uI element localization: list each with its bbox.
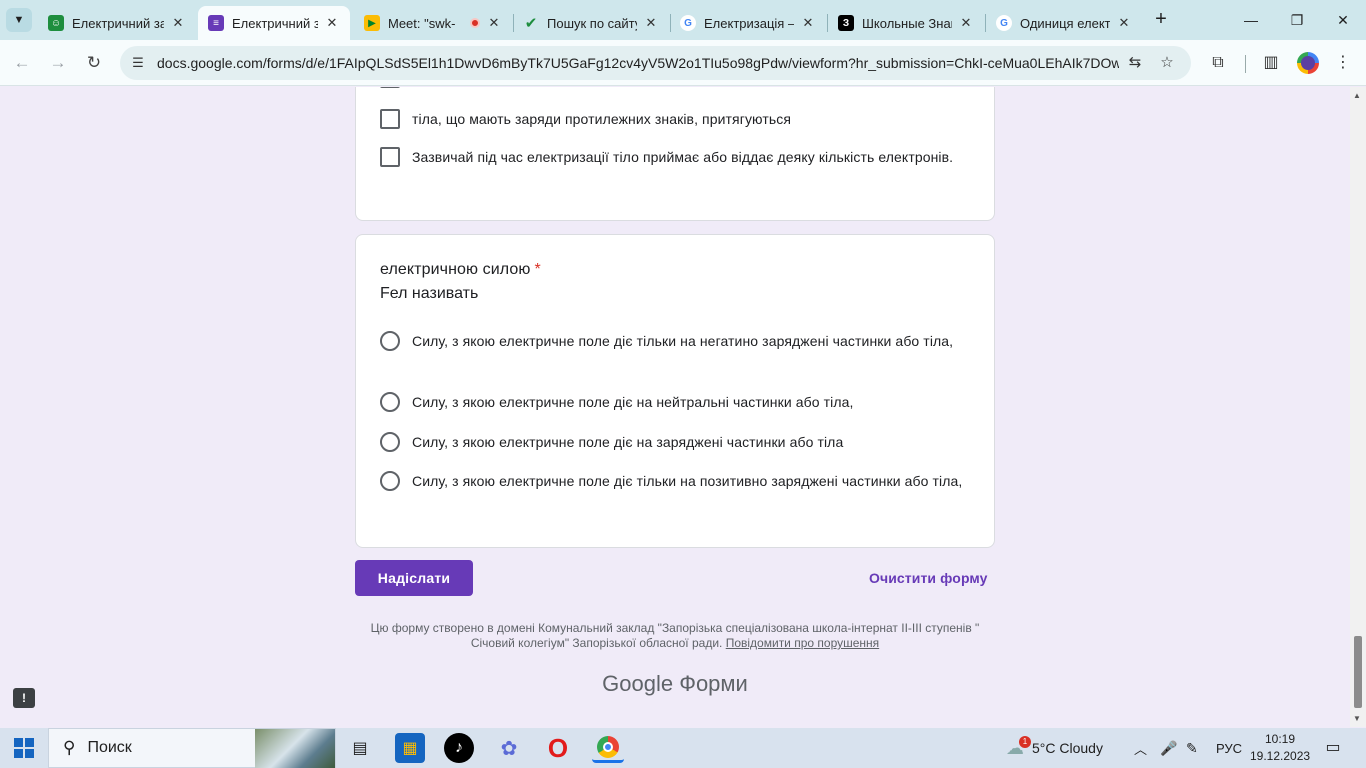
tab-search-button[interactable]: ▼ [6,8,32,32]
meet-icon: ▶ [364,15,380,31]
translate-icon[interactable]: ⇆ [1125,53,1145,73]
address-bar[interactable]: ☰ docs.google.com/forms/d/e/1FAIpQLSdS5E… [120,46,1191,80]
microphone-icon[interactable]: 🎤 [1160,728,1177,768]
forward-button[interactable]: → [44,49,72,77]
forms-icon: ≡ [208,15,224,31]
weather-alert-badge: 1 [1019,736,1031,748]
url-text[interactable]: docs.google.com/forms/d/e/1FAIpQLSdS5El1… [157,55,1119,71]
close-icon[interactable]: ✕ [324,15,340,31]
tab-1-active[interactable]: ≡ Електричний за ✕ [198,6,350,40]
arrow-left-icon: ← [13,53,31,72]
tab-2[interactable]: ▶ Meet: "swk- ✕ [354,6,512,40]
tiktok-icon[interactable]: ♪ [444,733,474,763]
menu-dots-icon[interactable]: ⋮ [1332,52,1354,74]
extensions-icon[interactable]: ⧉ [1207,52,1229,74]
question-subtitle: Fел називать [380,285,479,302]
restore-icon: ❐ [1290,11,1304,28]
minimize-icon: — [1244,12,1258,28]
recording-icon [470,18,480,28]
previous-question-card: тіла, що мають заряди протилежних знаків… [355,87,995,221]
scroll-up-icon[interactable]: ▲ [1353,91,1361,100]
close-icon[interactable]: ✕ [170,15,186,31]
search-icon: ⚲ [63,738,76,757]
radio-option[interactable]: Силу, з якою електричне поле діє на нейт… [380,391,970,413]
report-abuse-link[interactable]: Повідомити про порушення [726,636,879,650]
radio-button[interactable] [380,392,400,412]
checkbox[interactable] [380,147,400,167]
language-indicator[interactable]: РУС [1216,728,1242,768]
clear-form-button[interactable]: Очистити форму [869,570,988,586]
radio-button[interactable] [380,432,400,452]
new-tab-button[interactable]: + [1150,9,1172,31]
close-icon[interactable]: ✕ [1116,15,1132,31]
tab-6[interactable]: G Одиниця елект ✕ [986,6,1142,40]
copilot-icon[interactable]: ✿ [494,733,524,763]
task-view-icon[interactable]: ▤ [345,733,375,763]
notifications-icon[interactable]: ▭ [1322,737,1344,757]
close-icon: ✕ [1337,11,1349,28]
bookmark-star-icon[interactable]: ☆ [1157,53,1177,73]
radio-option[interactable]: Силу, з якою електричне поле діє тільки … [380,470,970,492]
tab-strip: ▼ ☺ Електричний за ✕ ≡ Електричний за ✕ … [0,0,1366,40]
radio-button[interactable] [380,331,400,351]
chrome-icon[interactable] [592,733,624,763]
reload-button[interactable]: ↻ [80,49,108,77]
restore-button[interactable]: ❐ [1274,0,1320,40]
tab-0[interactable]: ☺ Електричний за ✕ [38,6,196,40]
reload-icon: ↻ [86,53,102,72]
checkbox[interactable] [380,109,400,129]
submit-button[interactable]: Надіслати [355,560,473,596]
tab-5[interactable]: З Школьные Знан ✕ [828,6,984,40]
google-icon: G [680,15,696,31]
opera-icon[interactable]: O [543,733,573,763]
checkbox-option[interactable]: тіла, що мають заряди протилежних знаків… [380,108,970,130]
form-page: тіла, що мають заряди протилежних знаків… [0,87,1350,727]
pen-icon[interactable]: ✎ [1186,728,1198,768]
question-card: електричною силою * Fел називать Силу, з … [355,234,995,548]
radio-option[interactable]: Силу, з якою електричне поле діє тільки … [380,330,970,352]
windows-start-icon[interactable] [14,738,34,758]
close-icon[interactable]: ✕ [958,15,974,31]
show-hidden-icons-button[interactable]: ︿ [1134,728,1147,768]
radio-button[interactable] [380,471,400,491]
browser-toolbar: ← → ↻ ☰ docs.google.com/forms/d/e/1FAIpQ… [0,40,1366,86]
windows-taskbar: ⚲ Поиск ▤ ▦ ♪ ✿ O ☁ 5°C Cloudy 1 ︿ 🎤 ✎ Р… [0,728,1366,768]
scrollbar-thumb[interactable] [1354,636,1362,708]
tab-3[interactable]: ✔ Пошук по сайту ✕ [513,6,669,40]
toolbar-divider [1245,55,1246,73]
close-window-button[interactable]: ✕ [1320,0,1366,40]
checkbox-option-partial[interactable] [380,87,970,88]
taskbar-search[interactable]: ⚲ Поиск [48,728,336,768]
tab-4[interactable]: G Електризація — ✕ [670,6,826,40]
required-asterisk: * [534,261,541,278]
weather-widget[interactable]: ☁ 5°C Cloudy [1006,728,1103,768]
close-icon[interactable]: ✕ [643,15,659,31]
site-info-icon[interactable]: ☰ [128,53,148,73]
feedback-icon[interactable]: ! [13,688,35,708]
chevron-down-icon: ▼ [13,14,25,26]
radio-option[interactable]: Силу, з якою електричне поле діє на заря… [380,431,970,453]
minimize-button[interactable]: — [1228,0,1274,40]
arrow-right-icon: → [49,53,67,72]
checkbox[interactable] [380,87,400,88]
scroll-down-icon[interactable]: ▼ [1353,714,1361,723]
chevron-up-icon: ︿ [1134,741,1148,757]
google-forms-logo[interactable]: Google Форми [0,671,1350,697]
close-icon[interactable]: ✕ [800,15,816,31]
search-highlight-image [255,729,335,768]
check-icon: ✔ [524,15,538,32]
profile-avatar[interactable] [1297,52,1319,74]
google-icon: G [996,15,1012,31]
close-icon[interactable]: ✕ [486,15,502,31]
classroom-icon: ☺ [48,15,64,31]
store-icon[interactable]: ▦ [395,733,425,763]
page-scrollbar[interactable]: ▲ ▼ [1350,87,1366,727]
znaniya-icon: З [838,15,854,31]
checkbox-option[interactable]: Зазвичай під час електризації тіло прийм… [380,146,970,168]
back-button[interactable]: ← [8,49,36,77]
clock[interactable]: 10:19 19.12.2023 [1250,731,1310,765]
form-footer: Цю форму створено в домені Комунальний з… [370,621,980,650]
side-panel-icon[interactable]: ▥ [1260,52,1282,74]
question-title: електричною силою * [380,261,541,278]
